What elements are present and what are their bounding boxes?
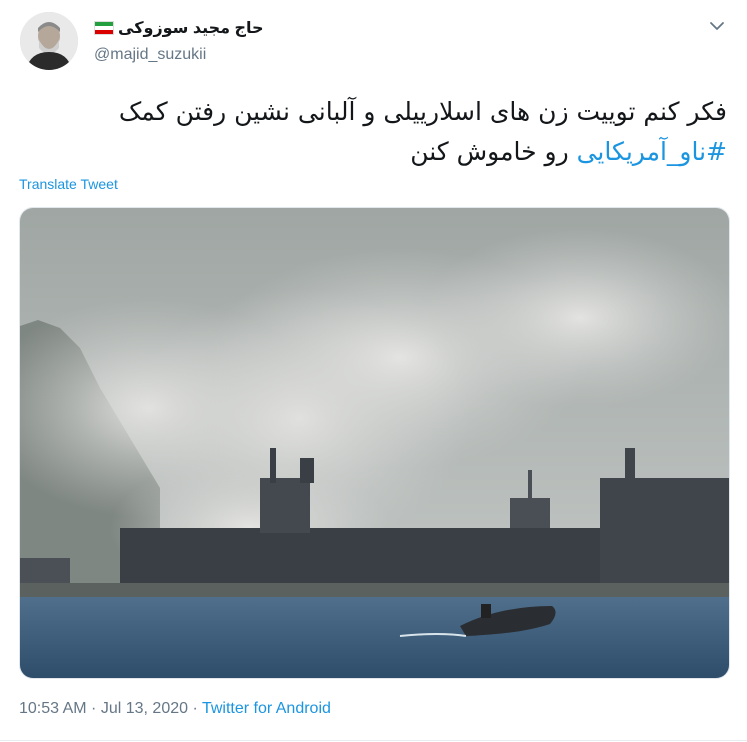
tweet-text-body: فکر کنم توییت زن های اسلارییلی و آلبانی … [118, 97, 727, 126]
translate-tweet-link[interactable]: Translate Tweet [19, 176, 118, 192]
tweet-text-tail: رو خاموش کنن [410, 137, 577, 166]
display-name[interactable]: حاج مجید سوزوکی [118, 18, 264, 38]
user-name-row[interactable]: حاج مجید سوزوکی [94, 18, 264, 38]
avatar[interactable] [20, 12, 78, 70]
tweet-text: فکر کنم توییت زن های اسلارییلی و آلبانی … [20, 92, 727, 172]
hashtag-link[interactable]: #ناو_آمریکایی [577, 137, 727, 166]
tweet-source-link[interactable]: Twitter for Android [202, 700, 331, 717]
tweet-meta: 10:53 AM · Jul 13, 2020 · Twitter for An… [19, 700, 331, 718]
ship-fire-photo [20, 208, 729, 678]
meta-separator: · [86, 700, 101, 717]
iran-flag-icon [94, 21, 114, 35]
avatar-image [20, 12, 78, 70]
tweet-photo[interactable] [19, 207, 730, 679]
divider [0, 740, 747, 741]
tweet-date[interactable]: Jul 13, 2020 [101, 700, 188, 717]
user-handle[interactable]: @majid_suzukii [94, 46, 206, 64]
meta-separator-2: · [188, 700, 202, 717]
tweet-time[interactable]: 10:53 AM [19, 700, 87, 717]
chevron-down-icon[interactable] [707, 16, 727, 36]
